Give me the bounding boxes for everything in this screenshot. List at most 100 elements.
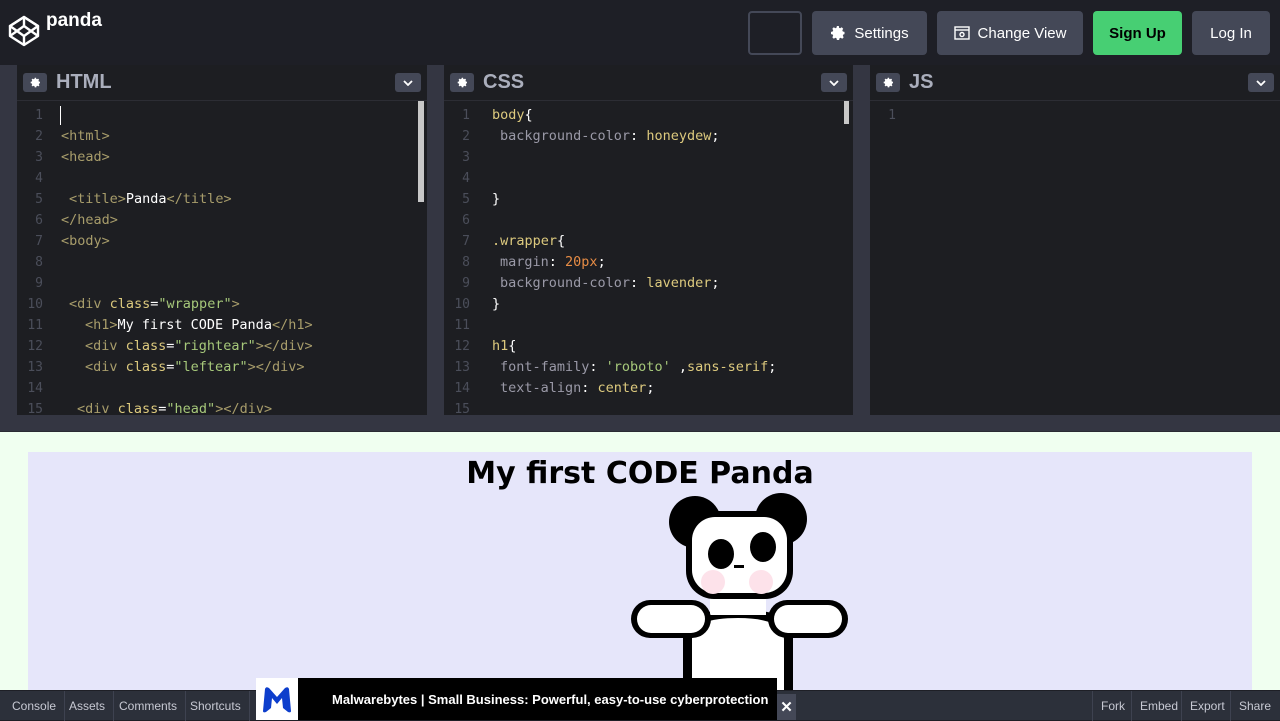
line-number: 11 — [27, 318, 43, 333]
line-number: 14 — [454, 381, 470, 396]
panda-right-eye — [750, 532, 776, 562]
code-line[interactable]: 5 <title>Panda</title> — [17, 189, 427, 210]
js-code[interactable]: 1 — [870, 105, 1280, 126]
assets-button[interactable]: Assets — [61, 691, 115, 721]
left-gutter — [0, 65, 17, 415]
code-line[interactable]: 9 — [17, 273, 427, 294]
embed-button[interactable]: Embed — [1131, 691, 1186, 721]
gear-icon — [883, 77, 893, 88]
code-line[interactable]: 13 <div class="leftear"></div> — [17, 357, 427, 378]
code-line[interactable]: 1 — [870, 105, 1280, 126]
pen-title[interactable]: panda — [46, 10, 102, 32]
top-header: panda Settings Change View Sign Up Log I… — [0, 0, 1280, 65]
code-line[interactable]: 1 — [17, 105, 427, 126]
result-preview[interactable]: My first CODE Panda — [0, 432, 1280, 690]
css-editor[interactable]: CSS 1 body{ 2 background-color: honeydew; … — [444, 65, 853, 415]
code-line[interactable]: 2 background-color: honeydew; — [444, 126, 853, 147]
code-line[interactable]: 11 — [444, 315, 853, 336]
code-line[interactable]: 7 <body> — [17, 231, 427, 252]
js-collapse-button[interactable] — [1248, 73, 1274, 92]
close-ad-button[interactable]: ✕ — [777, 694, 796, 720]
code-line[interactable]: 12 <div class="rightear"></div> — [17, 336, 427, 357]
html-settings-button[interactable] — [23, 73, 47, 92]
code-line[interactable]: 9 background-color: lavender; — [444, 273, 853, 294]
code-line[interactable]: 8 — [17, 252, 427, 273]
code-line[interactable]: 10} — [444, 294, 853, 315]
js-editor-title: JS — [909, 71, 934, 93]
line-number: 15 — [454, 402, 470, 415]
line-number: 6 — [462, 213, 470, 228]
code-line[interactable]: 4 — [444, 168, 853, 189]
editor-preview-resizer[interactable] — [0, 415, 1280, 432]
code-line[interactable]: 3 <head> — [17, 147, 427, 168]
code-line[interactable]: 13 font-family: 'roboto' ,sans-serif; — [444, 357, 853, 378]
codepen-logo-icon[interactable] — [8, 15, 40, 47]
toggle-box-button[interactable] — [748, 11, 802, 55]
shortcuts-button[interactable]: Shortcuts — [182, 691, 250, 721]
html-scrollbar[interactable] — [418, 101, 424, 202]
gear-icon — [30, 77, 40, 88]
line-number: 12 — [454, 339, 470, 354]
code-line[interactable]: 6 </head> — [17, 210, 427, 231]
js-settings-button[interactable] — [876, 73, 900, 92]
code-line[interactable]: 6 — [444, 210, 853, 231]
code-line[interactable]: 15 — [444, 399, 853, 415]
chevron-down-icon — [1256, 79, 1266, 86]
line-number: 14 — [27, 381, 43, 396]
preview-wrapper: My first CODE Panda — [28, 452, 1252, 690]
code-line[interactable]: 14 — [17, 378, 427, 399]
html-editor[interactable]: HTML 1 2 <html> 3 <head> 4 5 <title>Panda</… — [17, 65, 427, 415]
js-editor[interactable]: JS 1 — [870, 65, 1280, 415]
code-line[interactable]: 12 h1{ — [444, 336, 853, 357]
fork-button[interactable]: Fork — [1092, 691, 1133, 721]
line-number: 5 — [35, 192, 43, 207]
sign-up-button[interactable]: Sign Up — [1093, 11, 1182, 55]
share-button[interactable]: Share — [1230, 691, 1279, 721]
settings-button[interactable]: Settings — [812, 11, 927, 55]
comments-button[interactable]: Comments — [111, 691, 187, 721]
line-number: 15 — [27, 402, 43, 415]
html-collapse-button[interactable] — [395, 73, 421, 92]
css-collapse-button[interactable] — [821, 73, 847, 92]
code-line[interactable]: 2 <html> — [17, 126, 427, 147]
line-number: 10 — [27, 297, 43, 312]
code-line[interactable]: 3 — [444, 147, 853, 168]
panda-nose — [734, 565, 744, 568]
html-css-resizer[interactable] — [427, 65, 444, 415]
change-view-button[interactable]: Change View — [937, 11, 1083, 55]
line-number: 3 — [35, 150, 43, 165]
code-line[interactable]: 15 <div class="head"></div> — [17, 399, 427, 415]
line-number: 13 — [454, 360, 470, 375]
code-line[interactable]: 14 text-align: center; — [444, 378, 853, 399]
line-number: 10 — [454, 297, 470, 312]
chevron-down-icon — [403, 79, 413, 86]
code-line[interactable]: 5} — [444, 189, 853, 210]
console-button[interactable]: Console — [4, 691, 66, 721]
code-line[interactable]: 11 <h1>My first CODE Panda</h1> — [17, 315, 427, 336]
layout-icon — [953, 26, 970, 40]
css-code[interactable]: 1 body{ 2 background-color: honeydew; 3 4 … — [444, 105, 853, 415]
line-number: 7 — [462, 234, 470, 249]
css-settings-button[interactable] — [450, 73, 474, 92]
line-number: 6 — [35, 213, 43, 228]
code-line[interactable]: 4 — [17, 168, 427, 189]
css-editor-title: CSS — [483, 71, 525, 93]
ad-banner[interactable]: Malwarebytes | Small Business: Powerful,… — [256, 678, 777, 720]
line-number: 9 — [462, 276, 470, 291]
line-number: 3 — [462, 150, 470, 165]
code-line[interactable]: 7 .wrapper{ — [444, 231, 853, 252]
code-line[interactable]: 1 body{ — [444, 105, 853, 126]
export-button[interactable]: Export — [1181, 691, 1233, 721]
log-in-button[interactable]: Log In — [1192, 11, 1270, 55]
ad-text[interactable]: Malwarebytes | Small Business: Powerful,… — [332, 692, 768, 707]
code-line[interactable]: 10 <div class="wrapper"> — [17, 294, 427, 315]
line-number: 2 — [462, 129, 470, 144]
line-number: 13 — [27, 360, 43, 375]
html-code[interactable]: 1 2 <html> 3 <head> 4 5 <title>Panda</title… — [17, 105, 427, 415]
code-line[interactable]: 8 margin: 20px; — [444, 252, 853, 273]
css-js-resizer[interactable] — [853, 65, 870, 415]
css-scrollbar[interactable] — [844, 101, 849, 124]
line-number: 9 — [35, 276, 43, 291]
line-number: 8 — [35, 255, 43, 270]
css-editor-header: CSS — [444, 65, 853, 101]
